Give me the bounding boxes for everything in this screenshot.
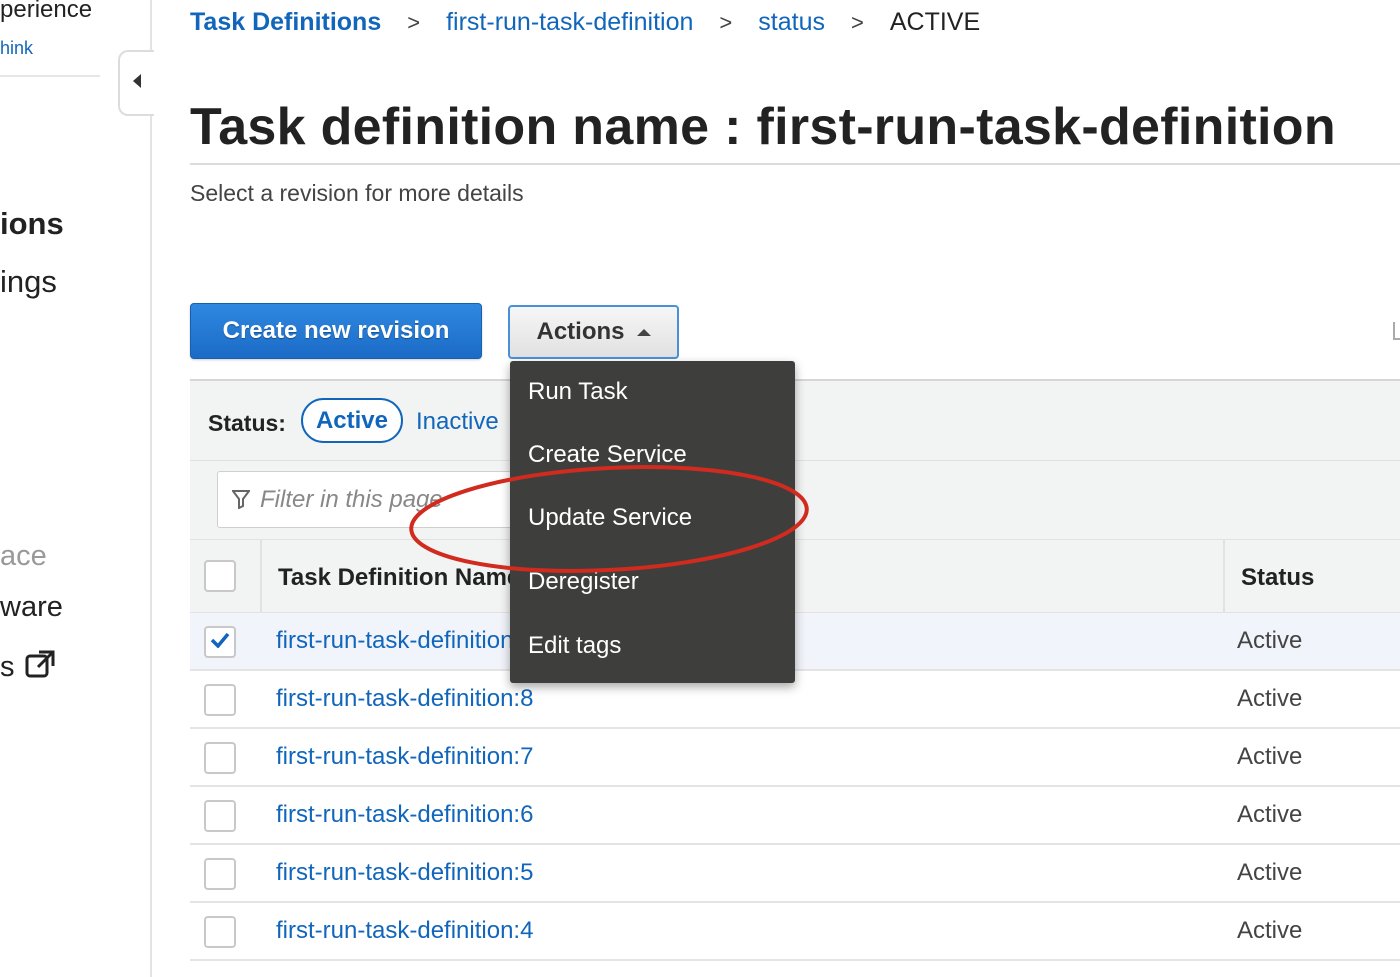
menu-item-deregister[interactable]: Deregister bbox=[528, 568, 639, 596]
task-definition-link[interactable]: first-run-task-definition:9 bbox=[276, 627, 533, 655]
table-row[interactable]: first-run-task-definition:9 Active bbox=[190, 613, 1400, 671]
sidebar-item-external-label: s bbox=[0, 650, 15, 683]
task-definition-link[interactable]: first-run-task-definition:6 bbox=[276, 801, 533, 829]
breadcrumb-status[interactable]: status bbox=[758, 8, 825, 37]
row-status: Active bbox=[1237, 859, 1303, 886]
row-status: Active bbox=[1237, 801, 1303, 828]
row-status: Active bbox=[1237, 685, 1303, 712]
task-definition-revisions-panel: Status: Active Inactive Task Definition … bbox=[190, 379, 1400, 977]
breadcrumb-separator: > bbox=[719, 9, 733, 35]
left-sidebar: perience hink ions ings ace ware s bbox=[0, 0, 152, 977]
table-row[interactable]: first-run-task-definition:5 Active bbox=[190, 845, 1400, 903]
table-row[interactable]: first-run-task-definition:8 Active bbox=[190, 671, 1400, 729]
actions-dropdown-button[interactable]: Actions bbox=[508, 305, 679, 359]
status-filter-active[interactable]: Active bbox=[301, 398, 403, 443]
row-status: Active bbox=[1237, 917, 1303, 944]
page-subtitle: Select a revision for more details bbox=[190, 180, 524, 206]
task-definition-link[interactable]: first-run-task-definition:5 bbox=[276, 859, 533, 887]
table-settings-icon[interactable] bbox=[1393, 322, 1400, 340]
actions-button-label: Actions bbox=[536, 318, 625, 345]
sidebar-item-external[interactable]: s bbox=[0, 648, 57, 686]
sidebar-collapse-button[interactable] bbox=[118, 50, 154, 116]
ecs-console-page: perience hink ions ings ace ware s Task … bbox=[0, 0, 1400, 977]
row-checkbox[interactable] bbox=[204, 742, 236, 774]
table-row[interactable]: first-run-task-definition:7 Active bbox=[190, 729, 1400, 787]
task-definition-link[interactable]: first-run-task-definition:8 bbox=[276, 685, 533, 713]
create-new-revision-button[interactable]: Create new revision bbox=[190, 303, 482, 359]
title-divider bbox=[190, 163, 1400, 165]
table-header: Task Definition Name Status bbox=[190, 539, 1400, 614]
page-title: Task definition name : first-run-task-de… bbox=[190, 98, 1336, 156]
row-checkbox[interactable] bbox=[204, 684, 236, 716]
breadcrumb-separator: > bbox=[407, 9, 421, 35]
sidebar-item-software[interactable]: ware bbox=[0, 591, 63, 624]
row-status: Active bbox=[1237, 627, 1303, 654]
sidebar-item-account-settings[interactable]: ings bbox=[0, 264, 57, 300]
column-divider bbox=[1223, 540, 1225, 614]
row-checkbox[interactable] bbox=[204, 800, 236, 832]
select-all-checkbox[interactable] bbox=[204, 560, 236, 592]
menu-item-update-service[interactable]: Update Service bbox=[528, 504, 692, 532]
row-status: Active bbox=[1237, 743, 1303, 770]
menu-item-run-task[interactable]: Run Task bbox=[528, 378, 628, 406]
checkmark-icon bbox=[210, 632, 230, 653]
menu-item-edit-tags[interactable]: Edit tags bbox=[528, 632, 621, 660]
task-definition-link[interactable]: first-run-task-definition:4 bbox=[276, 917, 533, 945]
sidebar-divider bbox=[0, 75, 100, 77]
filter-funnel-icon bbox=[231, 489, 251, 514]
status-filter-bar: Status: Active Inactive bbox=[190, 381, 1400, 461]
status-filter-inactive[interactable]: Inactive bbox=[416, 408, 499, 436]
menu-item-create-service[interactable]: Create Service bbox=[528, 441, 687, 469]
sidebar-item-marketplace[interactable]: ace bbox=[0, 540, 47, 573]
caret-left-icon bbox=[131, 73, 143, 94]
sidebar-experience-text: perience bbox=[0, 0, 93, 23]
sidebar-feedback-link[interactable]: hink bbox=[0, 38, 33, 59]
breadcrumb-current: ACTIVE bbox=[889, 8, 981, 36]
table-row[interactable]: first-run-task-definition:6 Active bbox=[190, 787, 1400, 845]
row-checkbox[interactable] bbox=[204, 916, 236, 948]
breadcrumb-task-definition[interactable]: first-run-task-definition bbox=[446, 8, 693, 37]
row-checkbox[interactable] bbox=[204, 626, 236, 658]
breadcrumb-separator: > bbox=[850, 9, 864, 35]
row-checkbox[interactable] bbox=[204, 858, 236, 890]
column-header-name[interactable]: Task Definition Name bbox=[278, 564, 520, 592]
sidebar-item-task-definitions[interactable]: ions bbox=[0, 206, 64, 242]
status-filter-label: Status: bbox=[208, 410, 286, 436]
breadcrumb-task-definitions[interactable]: Task Definitions bbox=[190, 8, 381, 37]
external-link-icon bbox=[25, 648, 57, 686]
column-header-status[interactable]: Status bbox=[1241, 564, 1314, 592]
filter-bar bbox=[190, 461, 1400, 539]
caret-up-icon bbox=[636, 328, 651, 336]
actions-menu: Run Task Create Service Update Service D… bbox=[510, 361, 795, 683]
task-definition-link[interactable]: first-run-task-definition:7 bbox=[276, 743, 533, 771]
breadcrumb: Task Definitions > first-run-task-defini… bbox=[190, 8, 980, 37]
table-row[interactable]: first-run-task-definition:4 Active bbox=[190, 903, 1400, 961]
select-all-cell bbox=[190, 540, 262, 614]
